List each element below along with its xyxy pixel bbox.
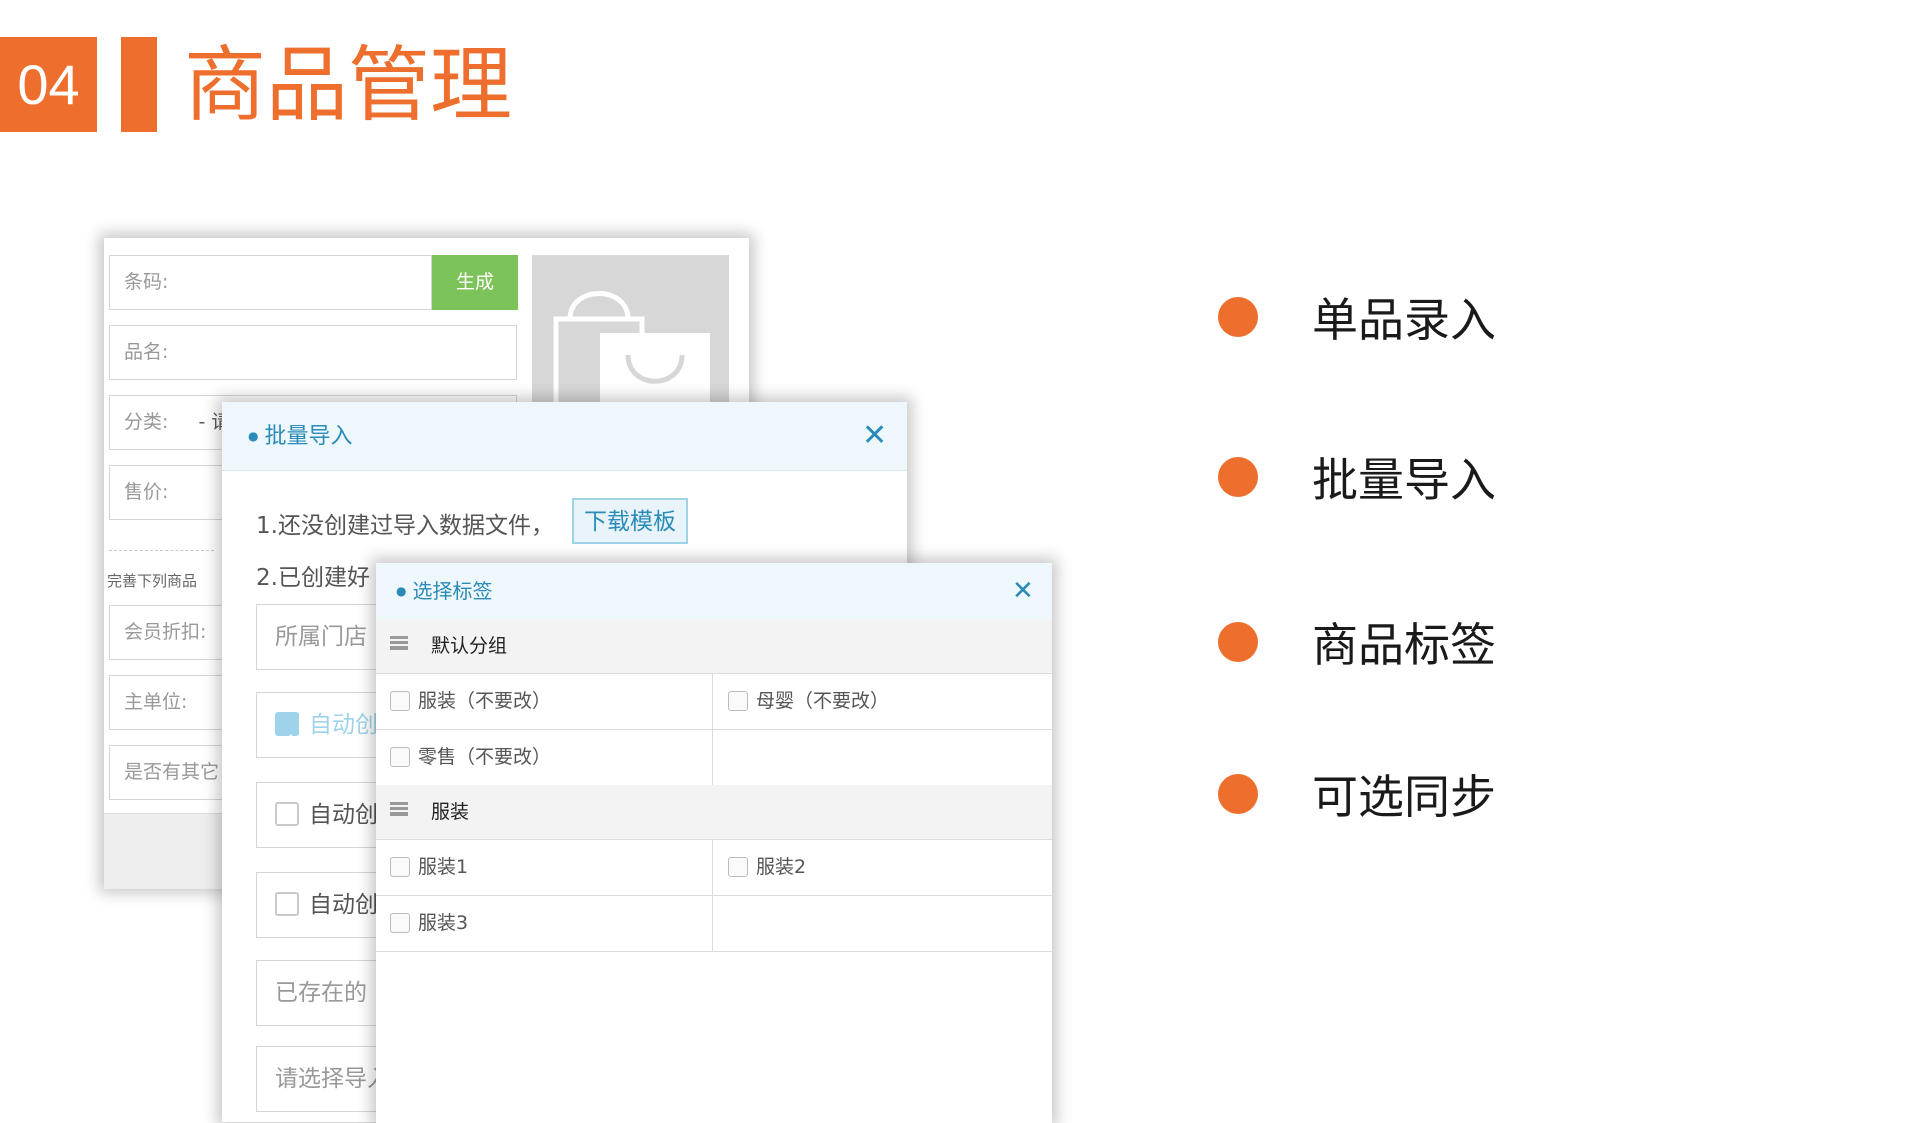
tag-label: 服装1 <box>418 856 469 878</box>
import-step-2: 2.已创建好 <box>256 565 370 591</box>
bullet-dot-icon <box>1218 774 1258 814</box>
category-label: 分类: <box>124 411 169 433</box>
tag-row: 服装3 <box>376 896 1052 952</box>
product-image-upload[interactable] <box>532 255 729 415</box>
tag-group-name: 默认分组 <box>431 635 508 657</box>
barcode-input[interactable]: 条码: <box>109 255 432 310</box>
download-template-button[interactable]: 下载模板 <box>572 498 688 544</box>
barcode-label: 条码: <box>124 271 169 293</box>
member-discount-label: 会员折扣: <box>124 621 207 643</box>
column-divider <box>712 730 713 785</box>
title-accent-bar <box>121 37 157 132</box>
option-label: 自动创 <box>309 892 378 918</box>
dialog-header: 批量导入 ✕ <box>222 402 907 471</box>
tag-label: 零售（不要改） <box>418 746 552 768</box>
checkbox-icon[interactable] <box>275 892 299 916</box>
bullet-item-single-entry: 单品录入 <box>1218 287 1496 347</box>
tag-option[interactable]: 零售（不要改） <box>390 730 551 785</box>
tag-option[interactable]: 服装2 <box>728 840 806 895</box>
list-icon <box>390 802 408 816</box>
tag-label: 服装2 <box>756 856 807 878</box>
bullet-item-product-tags: 商品标签 <box>1218 612 1496 672</box>
option-label: 自动创 <box>309 802 378 828</box>
dialog-title: 选择标签 <box>396 563 492 619</box>
tag-option[interactable]: 服装3 <box>390 896 468 951</box>
bullet-dot-icon <box>1218 457 1258 497</box>
tag-option[interactable]: 服装1 <box>390 840 468 895</box>
form-divider <box>109 550 214 551</box>
checkbox-icon[interactable] <box>390 747 410 767</box>
product-name-label: 品名: <box>124 341 169 363</box>
checkbox-icon[interactable] <box>390 691 410 711</box>
import-step-1: 1.还没创建过导入数据文件， <box>256 513 554 539</box>
bullet-item-optional-sync: 可选同步 <box>1218 764 1496 824</box>
has-other-label: 是否有其它 <box>124 761 220 783</box>
section-number-badge: 04 <box>0 37 97 132</box>
page-title: 商品管理 <box>184 38 513 133</box>
existing-label: 已存在的 <box>275 980 367 1006</box>
tag-label: 母婴（不要改） <box>756 690 890 712</box>
tag-option[interactable]: 服装（不要改） <box>390 674 551 729</box>
bullet-dot-icon <box>1218 297 1258 337</box>
close-icon[interactable]: ✕ <box>1012 576 1034 606</box>
store-label: 所属门店 <box>275 624 367 650</box>
bullet-item-batch-import: 批量导入 <box>1218 447 1496 507</box>
checkbox-icon[interactable] <box>390 913 410 933</box>
checkbox-icon[interactable] <box>275 802 299 826</box>
price-label: 售价: <box>124 481 169 503</box>
form-hint: 完善下列商品 <box>107 572 198 590</box>
main-unit-label: 主单位: <box>124 691 188 713</box>
bullet-text: 单品录入 <box>1312 293 1496 347</box>
tag-label: 服装3 <box>418 912 469 934</box>
tag-group-header[interactable]: 默认分组 <box>376 619 1052 674</box>
option-label: 自动创 <box>309 712 378 738</box>
checkbox-icon[interactable] <box>728 857 748 877</box>
dialog-header: 选择标签 ✕ <box>376 563 1052 620</box>
shopping-bag-icon <box>553 291 710 415</box>
tag-row: 零售（不要改） <box>376 730 1052 786</box>
tag-option[interactable]: 母婴（不要改） <box>728 674 889 729</box>
bullet-text: 可选同步 <box>1312 770 1496 824</box>
checkbox-icon[interactable] <box>728 691 748 711</box>
tag-selector-dialog: 选择标签 ✕ 默认分组 服装（不要改） 母婴（不要改） 零售（不要改） 服装 服… <box>376 563 1052 1123</box>
generate-barcode-button[interactable]: 生成 <box>432 255 518 310</box>
tag-row: 服装1 服装2 <box>376 840 1052 896</box>
bullet-text: 批量导入 <box>1312 453 1496 507</box>
checkbox-checked-icon[interactable] <box>275 708 299 757</box>
list-icon <box>390 636 408 650</box>
bullet-dot-icon <box>1218 622 1258 662</box>
column-divider <box>712 674 713 729</box>
tag-row: 服装（不要改） 母婴（不要改） <box>376 674 1052 730</box>
product-name-input[interactable]: 品名: <box>109 325 517 380</box>
tag-group-name: 服装 <box>431 801 470 823</box>
select-file-label: 请选择导入 <box>275 1066 390 1092</box>
close-icon[interactable]: ✕ <box>862 421 887 451</box>
tag-label: 服装（不要改） <box>418 690 552 712</box>
column-divider <box>712 840 713 895</box>
checkbox-icon[interactable] <box>390 857 410 877</box>
column-divider <box>712 896 713 951</box>
tag-group-header[interactable]: 服装 <box>376 785 1052 840</box>
dialog-title: 批量导入 <box>248 402 352 471</box>
bullet-text: 商品标签 <box>1312 618 1496 672</box>
